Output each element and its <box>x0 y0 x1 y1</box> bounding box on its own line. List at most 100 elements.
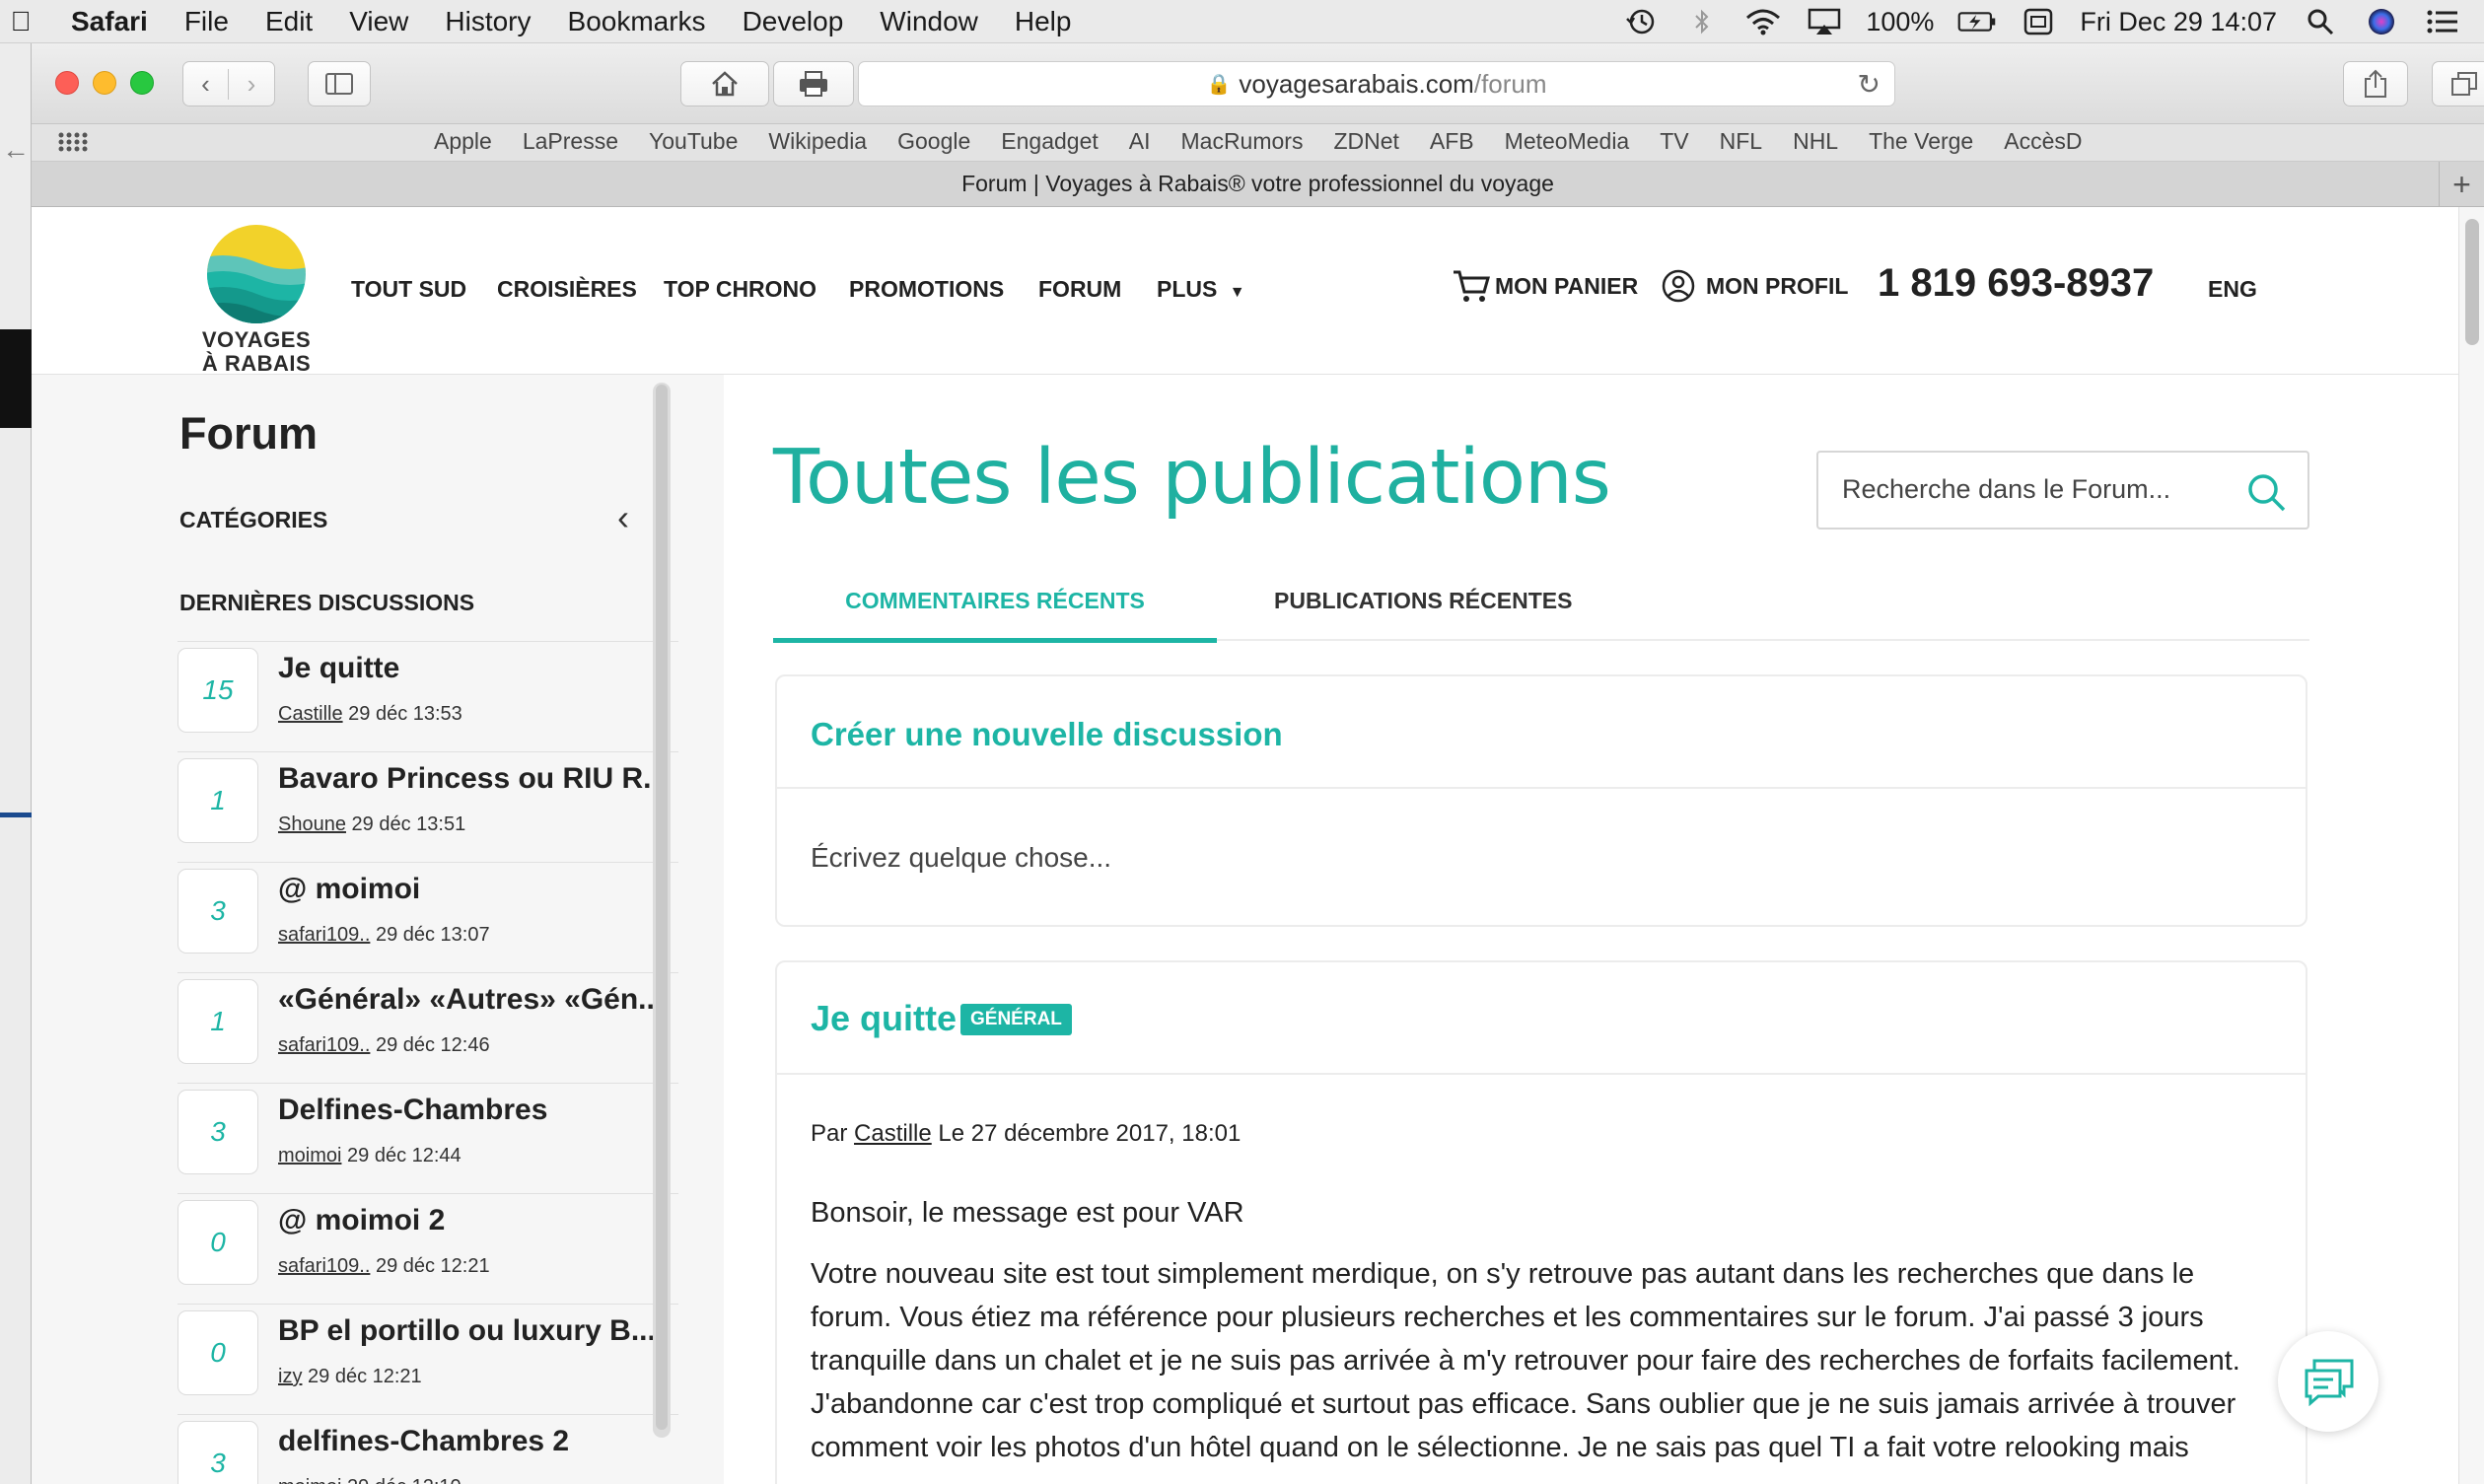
favorite-link[interactable]: MeteoMedia <box>1505 128 1630 155</box>
apple-menu-icon[interactable]:  <box>4 6 37 37</box>
discussion-item[interactable]: 3 @ moimoi safari109.. 29 déc 13:07 <box>177 862 678 972</box>
minimize-window-button[interactable] <box>93 71 116 95</box>
airplay-icon[interactable] <box>1805 6 1844 37</box>
nav-top-chrono[interactable]: TOP CHRONO <box>664 276 816 303</box>
discussion-item[interactable]: 1 «Général» «Autres» «Gén... safari109..… <box>177 972 678 1083</box>
post-title[interactable]: Je quitte <box>811 998 957 1039</box>
new-discussion-title[interactable]: Créer une nouvelle discussion <box>811 716 1283 753</box>
discussion-author[interactable]: safari109.. <box>278 924 370 946</box>
nav-tout-sud[interactable]: TOUT SUD <box>351 276 466 303</box>
discussion-title[interactable]: Delfines-Chambres <box>278 1094 676 1127</box>
sidebar-toggle-button[interactable] <box>308 61 371 106</box>
profile-link[interactable]: MON PROFIL <box>1661 268 1848 304</box>
forum-search-input[interactable]: Recherche dans le Forum... <box>1816 451 2309 530</box>
show-tabs-button[interactable] <box>2432 61 2484 106</box>
discussion-author[interactable]: safari109.. <box>278 1255 370 1277</box>
favorite-link[interactable]: ZDNet <box>1333 128 1398 155</box>
favorite-link[interactable]: Google <box>897 128 970 155</box>
menu-bookmarks[interactable]: Bookmarks <box>568 6 706 37</box>
discussion-item[interactable]: 3 delfines-Chambres 2 moimoi 29 déc 12:1… <box>177 1414 678 1484</box>
home-button[interactable] <box>680 61 769 106</box>
menu-file[interactable]: File <box>184 6 229 37</box>
favorite-link[interactable]: NFL <box>1720 128 1762 155</box>
sidebar-scrollbar-thumb[interactable] <box>656 385 668 1430</box>
print-button[interactable] <box>773 61 854 106</box>
forward-chevron-icon[interactable]: › <box>229 69 274 100</box>
menu-view[interactable]: View <box>349 6 408 37</box>
page-scrollbar-thumb[interactable] <box>2465 219 2479 345</box>
favorite-link[interactable]: AFB <box>1430 128 1474 155</box>
favorite-link[interactable]: TV <box>1660 128 1688 155</box>
menu-window[interactable]: Window <box>880 6 978 37</box>
discussion-author[interactable]: Shoune <box>278 813 346 835</box>
nav-forum[interactable]: FORUM <box>1038 276 1121 303</box>
back-chevron-icon[interactable]: ‹ <box>183 68 230 100</box>
discussion-author[interactable]: safari109.. <box>278 1034 370 1056</box>
cart-link[interactable]: MON PANIER <box>1452 268 1638 304</box>
discussion-item[interactable]: 0 @ moimoi 2 safari109.. 29 déc 12:21 <box>177 1193 678 1304</box>
favorite-link[interactable]: NHL <box>1793 128 1838 155</box>
discussion-item[interactable]: 0 BP el portillo ou luxury B... izy 29 d… <box>177 1304 678 1414</box>
nav-promotions[interactable]: PROMOTIONS <box>849 276 1004 303</box>
categories-heading[interactable]: CATÉGORIES <box>179 507 327 533</box>
keyboard-input-icon[interactable] <box>2019 6 2058 37</box>
discussion-title[interactable]: Bavaro Princess ou RIU R... <box>278 762 676 796</box>
favorite-link[interactable]: LaPresse <box>523 128 618 155</box>
nav-plus[interactable]: PLUS ▼ <box>1157 276 1245 303</box>
sidebar-scrollbar[interactable] <box>653 383 671 1438</box>
tab-recent-comments[interactable]: COMMENTAIRES RÉCENTS <box>773 588 1217 643</box>
language-switch[interactable]: ENG <box>2208 276 2257 303</box>
favorites-grid-icon[interactable] <box>57 131 89 159</box>
spotlight-search-icon[interactable] <box>2301 6 2340 37</box>
discussion-item[interactable]: 1 Bavaro Princess ou RIU R... Shoune 29 … <box>177 751 678 862</box>
discussion-title[interactable]: «Général» «Autres» «Gén... <box>278 983 676 1017</box>
new-discussion-input[interactable]: Écrivez quelque chose... <box>811 842 1111 874</box>
chevron-left-icon[interactable]: ‹ <box>617 497 629 538</box>
favorite-link[interactable]: Apple <box>434 128 492 155</box>
discussion-title[interactable]: @ moimoi <box>278 873 676 906</box>
page-scrollbar[interactable] <box>2458 207 2484 1484</box>
favorite-link[interactable]: The Verge <box>1869 128 1973 155</box>
menu-develop[interactable]: Develop <box>743 6 844 37</box>
discussion-item[interactable]: 15 Je quitte Castille 29 déc 13:53 <box>177 641 678 751</box>
chat-button[interactable] <box>2278 1331 2378 1432</box>
new-tab-button[interactable]: + <box>2439 162 2484 207</box>
favorite-link[interactable]: Wikipedia <box>768 128 867 155</box>
active-tab-title[interactable]: Forum | Voyages à Rabais® votre professi… <box>961 171 1554 197</box>
phone-number[interactable]: 1 819 693-8937 <box>1878 261 2154 306</box>
discussion-title[interactable]: delfines-Chambres 2 <box>278 1425 676 1458</box>
search-icon[interactable] <box>2244 470 2288 514</box>
siri-icon[interactable] <box>2362 6 2401 37</box>
menu-edit[interactable]: Edit <box>265 6 313 37</box>
tab-recent-posts[interactable]: PUBLICATIONS RÉCENTES <box>1274 588 1572 614</box>
favorite-link[interactable]: AccèsD <box>2004 128 2082 155</box>
address-bar[interactable]: 🔒 voyagesarabais.com/forum ↻ <box>858 61 1895 106</box>
menu-app-safari[interactable]: Safari <box>71 6 148 37</box>
clock[interactable]: Fri Dec 29 14:07 <box>2080 7 2277 37</box>
discussion-author[interactable]: Castille <box>278 703 343 725</box>
zoom-window-button[interactable] <box>130 71 154 95</box>
favorite-link[interactable]: YouTube <box>649 128 738 155</box>
favorite-link[interactable]: Engadget <box>1001 128 1098 155</box>
discussion-title[interactable]: BP el portillo ou luxury B... <box>278 1314 676 1348</box>
site-logo[interactable]: VOYAGES À RABAIS <box>189 223 323 376</box>
share-button[interactable] <box>2343 61 2408 106</box>
discussion-item[interactable]: 3 Delfines-Chambres moimoi 29 déc 12:44 <box>177 1083 678 1193</box>
bluetooth-icon[interactable] <box>1682 6 1722 37</box>
close-window-button[interactable] <box>55 71 79 95</box>
reload-icon[interactable]: ↻ <box>1858 68 1881 101</box>
discussion-author[interactable]: moimoi <box>278 1476 341 1484</box>
post-author[interactable]: Castille <box>854 1120 932 1147</box>
favorite-link[interactable]: MacRumors <box>1181 128 1304 155</box>
discussion-title[interactable]: @ moimoi 2 <box>278 1204 676 1237</box>
time-machine-icon[interactable] <box>1621 6 1661 37</box>
menu-history[interactable]: History <box>445 6 531 37</box>
discussion-title[interactable]: Je quitte <box>278 652 676 685</box>
discussion-author[interactable]: izy <box>278 1366 302 1387</box>
nav-croisieres[interactable]: CROISIÈRES <box>497 276 637 303</box>
wifi-icon[interactable] <box>1743 6 1783 37</box>
battery-icon[interactable] <box>1957 6 1997 37</box>
favorite-link[interactable]: AI <box>1129 128 1151 155</box>
category-tag[interactable]: GÉNÉRAL <box>960 1004 1072 1035</box>
notification-center-icon[interactable] <box>2423 6 2462 37</box>
